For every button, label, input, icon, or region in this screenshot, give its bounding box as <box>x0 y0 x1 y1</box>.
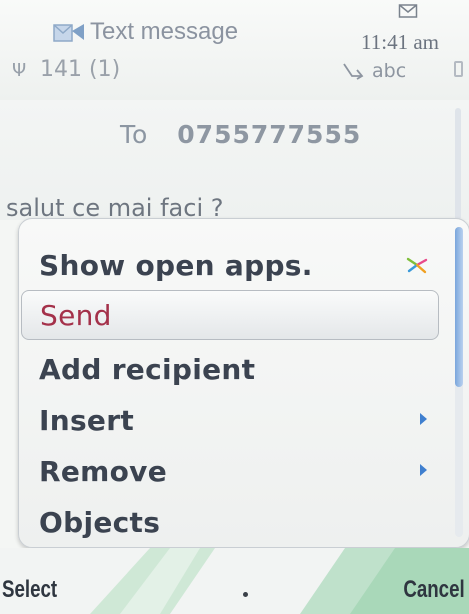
battery-icon <box>454 61 463 77</box>
new-message-envelope-icon <box>398 4 418 18</box>
status-bar: Text message 11:41 am Ψ 141 (1) abc <box>0 0 469 100</box>
menu-item-show-open-apps[interactable]: Show open apps. <box>19 239 439 289</box>
select-softkey[interactable]: Select <box>2 576 57 604</box>
menu-item-label: Send <box>40 299 112 332</box>
app-title-text: Text message <box>90 18 239 45</box>
to-label: To <box>120 120 149 149</box>
predictive-text-icon <box>343 63 364 80</box>
menu-item-remove[interactable]: Remove <box>19 445 439 495</box>
clock: 11:41 am <box>361 30 439 54</box>
options-menu: Show open apps. Send Add recipient Inser… <box>18 218 469 548</box>
editor-scrollbar[interactable] <box>455 108 461 220</box>
cancel-softkey[interactable]: Cancel <box>404 576 465 604</box>
recipient-field[interactable]: To 0755777555 <box>120 120 361 149</box>
input-mode-label: abc <box>372 60 407 82</box>
menu-scrollbar-thumb[interactable] <box>455 227 463 387</box>
app-title: Text message <box>52 18 238 46</box>
menu-item-send[interactable]: Send <box>21 290 439 340</box>
signal-antenna-icon: Ψ <box>12 60 27 81</box>
menu-item-label: Remove <box>39 455 168 488</box>
softkey-background-swoosh <box>90 548 469 614</box>
menu-item-label: Objects <box>39 506 161 539</box>
submenu-arrow-icon <box>420 413 427 425</box>
input-mode: abc <box>342 60 406 82</box>
menu-item-label: Add recipient <box>39 353 256 386</box>
middle-softkey-dot[interactable] <box>243 592 248 597</box>
message-icon <box>53 24 84 42</box>
menu-item-insert[interactable]: Insert <box>19 394 439 444</box>
menu-item-label: Insert <box>39 404 135 437</box>
recipient-number: 0755777555 <box>177 120 362 149</box>
open-apps-icon <box>406 257 428 274</box>
character-counter: 141 (1) <box>40 57 121 82</box>
message-editor: To 0755777555 salut ce mai faci ? <box>0 100 469 222</box>
menu-item-label: Show open apps. <box>39 249 313 282</box>
menu-item-objects[interactable]: Objects <box>19 496 439 546</box>
submenu-arrow-icon <box>420 464 427 476</box>
menu-item-add-recipient[interactable]: Add recipient <box>19 343 439 393</box>
softkey-bar: Select Cancel <box>0 548 469 614</box>
